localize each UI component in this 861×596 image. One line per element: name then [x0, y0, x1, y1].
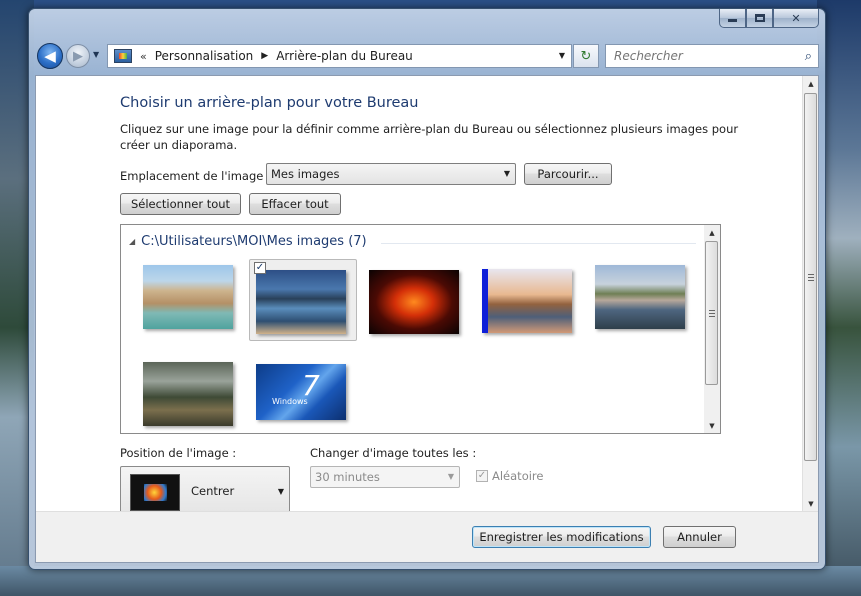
search-box[interactable]: ⌕	[605, 44, 819, 68]
gallery-scroll-thumb[interactable]	[705, 241, 718, 385]
maximize-icon	[754, 14, 765, 22]
page-scroll-thumb[interactable]	[804, 93, 817, 461]
close-button[interactable]: ✕	[773, 9, 819, 28]
grip-icon	[807, 273, 814, 281]
control-panel-icon	[114, 49, 132, 63]
position-preview-image	[130, 474, 180, 511]
search-icon[interactable]: ⌕	[805, 49, 812, 64]
forward-button[interactable]: ▶	[66, 44, 90, 68]
breadcrumb-arriere-plan[interactable]: Arrière-plan du Bureau	[276, 49, 413, 63]
page-description: Cliquez sur une image pour la définir co…	[120, 122, 739, 152]
wallpaper-tile-fire-horse[interactable]	[369, 270, 459, 334]
save-changes-button[interactable]: Enregistrer les modifications	[472, 526, 651, 548]
wallpaper-tile-harbor-boats[interactable]	[482, 269, 572, 333]
interval-selected-value: 30 minutes	[315, 470, 380, 484]
select-all-button[interactable]: Sélectionner tout	[120, 193, 241, 215]
tile-checkbox[interactable]: ✓	[254, 262, 266, 274]
scroll-up-icon[interactable]: ▲	[803, 76, 819, 92]
shuffle-label: Aléatoire	[492, 469, 544, 483]
position-label: Position de l'image :	[120, 446, 237, 460]
dropdown-arrow-icon: ▼	[447, 472, 454, 481]
address-dropdown-icon[interactable]: ▼	[559, 51, 565, 60]
wallpaper-tile-lakeside-village[interactable]	[595, 265, 685, 329]
client-area: Choisir un arrière-plan pour votre Burea…	[35, 75, 819, 563]
breadcrumb-personnalisation[interactable]: Personnalisation	[155, 49, 254, 63]
scroll-down-icon[interactable]: ▼	[803, 496, 819, 512]
chevron-down-icon: ▼	[93, 50, 100, 59]
dropdown-arrow-icon: ▼	[277, 487, 284, 496]
refresh-button[interactable]: ↻	[573, 44, 599, 68]
desktop-background-bottom	[0, 566, 861, 596]
windows-7-caption: Windows	[272, 397, 308, 406]
scroll-up-icon[interactable]: ▲	[704, 225, 720, 240]
breadcrumb-separator-icon[interactable]: ▶	[261, 51, 268, 61]
breadcrumb-overflow[interactable]: «	[140, 50, 147, 63]
recent-pages-dropdown[interactable]: ▼	[93, 50, 99, 59]
position-selected-value: Centrer	[191, 484, 235, 498]
control-panel-window: ✕ ◀ ▶ ▼ « Personnalisation ▶ Arrière-pla…	[28, 8, 826, 570]
checkbox-check-icon: ✓	[476, 470, 488, 482]
group-header-path: C:\Utilisateurs\MOI\Mes images (7)	[141, 234, 367, 249]
browse-button[interactable]: Parcourir...	[524, 163, 612, 185]
close-icon: ✕	[791, 11, 801, 25]
forward-arrow-icon: ▶	[73, 48, 83, 64]
wallpaper-tile-sea-arch[interactable]	[143, 265, 233, 329]
location-label: Emplacement de l'image :	[120, 169, 271, 183]
page-scrollbar[interactable]: ▲ ▼	[802, 76, 818, 512]
minimize-button[interactable]	[719, 9, 746, 28]
search-input[interactable]	[614, 49, 794, 63]
position-dropdown[interactable]: Centrer ▼	[120, 466, 290, 512]
collapse-icon: ◢	[129, 237, 136, 246]
minimize-icon	[728, 19, 737, 22]
interval-dropdown[interactable]: 30 minutes ▼	[310, 466, 460, 488]
back-arrow-icon: ◀	[44, 47, 56, 65]
shuffle-checkbox[interactable]: ✓ Aléatoire	[476, 469, 543, 483]
caption-buttons: ✕	[719, 9, 819, 28]
gallery-group-header[interactable]: ◢ C:\Utilisateurs\MOI\Mes images (7)	[129, 234, 367, 249]
maximize-button[interactable]	[746, 9, 773, 28]
image-gallery: ◢ C:\Utilisateurs\MOI\Mes images (7) ✓ 7…	[120, 224, 721, 434]
address-bar[interactable]: « Personnalisation ▶ Arrière-plan du Bur…	[107, 44, 572, 68]
page-title: Choisir un arrière-plan pour votre Burea…	[120, 95, 419, 111]
group-divider	[381, 243, 696, 244]
scroll-down-icon[interactable]: ▼	[704, 418, 720, 433]
dialog-footer: Enregistrer les modifications Annuler	[36, 511, 818, 562]
navigation-bar: ◀ ▶ ▼ « Personnalisation ▶ Arrière-plan …	[35, 43, 819, 71]
wallpaper-tile-forest-valley[interactable]	[143, 362, 233, 426]
grip-icon	[708, 309, 715, 317]
refresh-icon: ↻	[580, 48, 592, 64]
dropdown-arrow-icon: ▼	[503, 169, 510, 178]
interval-label: Changer d'image toutes les :	[310, 446, 477, 460]
gallery-scrollbar[interactable]: ▲ ▼	[704, 225, 720, 433]
back-button[interactable]: ◀	[37, 43, 63, 69]
wallpaper-tile-windows-7[interactable]: 7 Windows	[256, 364, 346, 420]
wallpaper-tile-mountain-lake[interactable]	[256, 270, 346, 334]
location-selected-value: Mes images	[271, 167, 340, 181]
clear-all-button[interactable]: Effacer tout	[249, 193, 341, 215]
cancel-button[interactable]: Annuler	[663, 526, 736, 548]
location-dropdown[interactable]: Mes images ▼	[266, 163, 516, 185]
content-pane: Choisir un arrière-plan pour votre Burea…	[36, 76, 803, 512]
